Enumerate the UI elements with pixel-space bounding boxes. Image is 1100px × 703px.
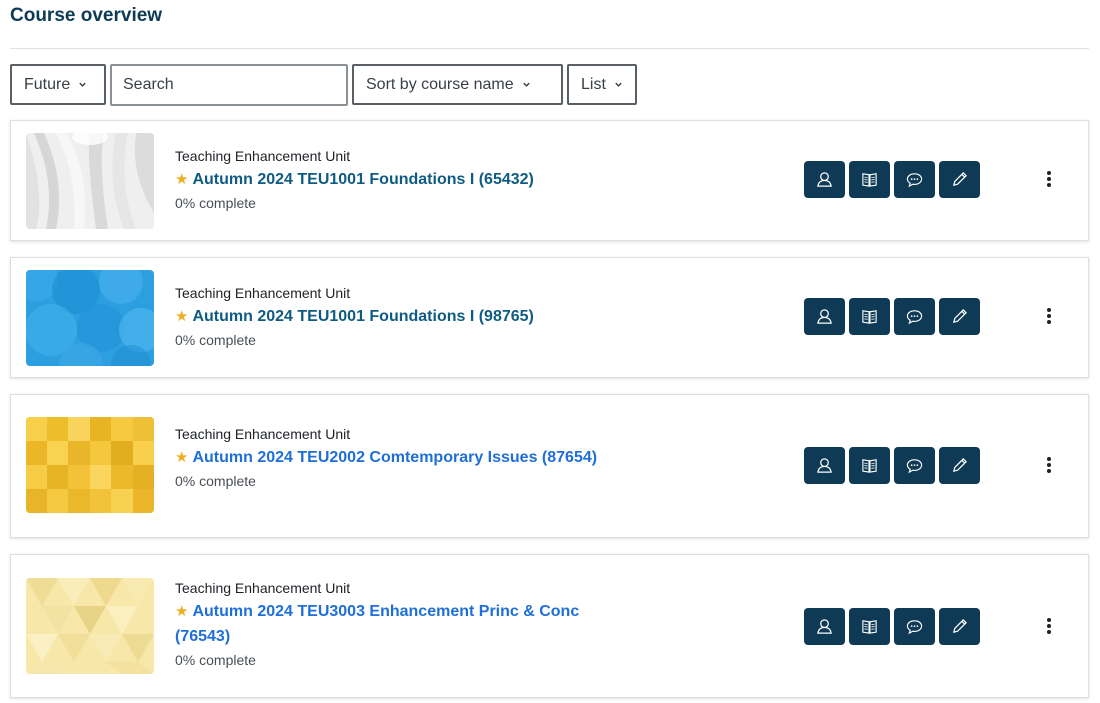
chevron-down-icon [615,82,622,87]
course-thumbnail[interactable] [26,270,154,366]
gradebook-button[interactable] [849,161,890,198]
participants-button[interactable] [804,447,845,484]
gradebook-button[interactable] [849,608,890,645]
participants-button[interactable] [804,161,845,198]
course-thumbnail[interactable] [26,133,154,229]
course-link[interactable]: ★ Autumn 2024 TEU1001 Foundations I (9876… [175,304,615,329]
discussion-button[interactable] [894,298,935,335]
course-thumbnail[interactable] [26,417,154,513]
page-title: Course overview [10,5,163,26]
chevron-down-icon [522,82,530,87]
gradebook-button[interactable] [849,298,890,335]
edit-pencil-icon [952,172,967,187]
view-label: List [581,75,606,93]
chat-icon [906,459,923,474]
course-progress: 0% complete [175,652,256,668]
course-actions [804,161,980,198]
book-icon [862,173,877,187]
edit-button[interactable] [939,298,980,335]
participants-icon [817,172,832,187]
star-icon: ★ [175,171,189,188]
sort-label: Sort by course name [366,75,514,93]
course-category: Teaching Enhancement Unit [175,426,351,442]
course-name: Autumn 2024 TEU3003 Enhancement Princ & … [175,603,580,645]
edit-button[interactable] [939,608,980,645]
sort-dropdown[interactable]: Sort by course name [352,64,563,105]
edit-pencil-icon [952,309,967,324]
chat-icon [906,173,923,188]
course-options-menu[interactable] [1041,305,1057,327]
course-card: Teaching Enhancement Unit ★ Autumn 2024 T… [10,257,1089,378]
course-actions [804,608,980,645]
book-icon [862,310,877,324]
star-icon: ★ [175,603,189,620]
book-icon [862,620,877,634]
search-input[interactable] [110,64,348,106]
course-progress: 0% complete [175,195,256,211]
participants-icon [817,619,832,634]
participants-button[interactable] [804,298,845,335]
discussion-button[interactable] [894,447,935,484]
course-link[interactable]: ★ Autumn 2024 TEU3003 Enhancement Princ &… [175,599,615,649]
participants-icon [817,309,832,324]
course-progress: 0% complete [175,332,256,348]
edit-pencil-icon [952,458,967,473]
star-icon: ★ [175,449,189,466]
course-link[interactable]: ★ Autumn 2024 TEU1001 Foundations I (6543… [175,167,615,192]
discussion-button[interactable] [894,161,935,198]
edit-button[interactable] [939,161,980,198]
divider [10,48,1089,49]
course-card: Teaching Enhancement Unit ★ Autumn 2024 T… [10,554,1089,698]
course-progress: 0% complete [175,473,256,489]
grouping-dropdown[interactable]: Future [10,64,106,105]
participants-icon [817,458,832,473]
chat-icon [906,310,923,325]
course-options-menu[interactable] [1041,615,1057,637]
course-category: Teaching Enhancement Unit [175,580,351,596]
course-category: Teaching Enhancement Unit [175,285,351,301]
star-icon: ★ [175,308,189,325]
course-name: Autumn 2024 TEU2002 Comtemporary Issues … [192,449,598,466]
book-icon [862,459,877,473]
course-options-menu[interactable] [1041,168,1057,190]
chevron-down-icon [79,82,86,87]
grouping-label: Future [24,75,71,93]
course-thumbnail[interactable] [26,578,154,674]
course-category: Teaching Enhancement Unit [175,148,351,164]
course-actions [804,298,980,335]
course-link[interactable]: ★ Autumn 2024 TEU2002 Comtemporary Issues… [175,445,615,470]
course-options-menu[interactable] [1041,454,1057,476]
course-actions [804,447,980,484]
discussion-button[interactable] [894,608,935,645]
course-card: Teaching Enhancement Unit ★ Autumn 2024 T… [10,394,1089,538]
edit-button[interactable] [939,447,980,484]
gradebook-button[interactable] [849,447,890,484]
view-dropdown[interactable]: List [567,64,637,105]
chat-icon [906,620,923,635]
course-card: Teaching Enhancement Unit ★ Autumn 2024 T… [10,120,1089,241]
edit-pencil-icon [952,619,967,634]
participants-button[interactable] [804,608,845,645]
course-name: Autumn 2024 TEU1001 Foundations I (65432… [192,171,534,188]
course-name: Autumn 2024 TEU1001 Foundations I (98765… [192,308,534,325]
